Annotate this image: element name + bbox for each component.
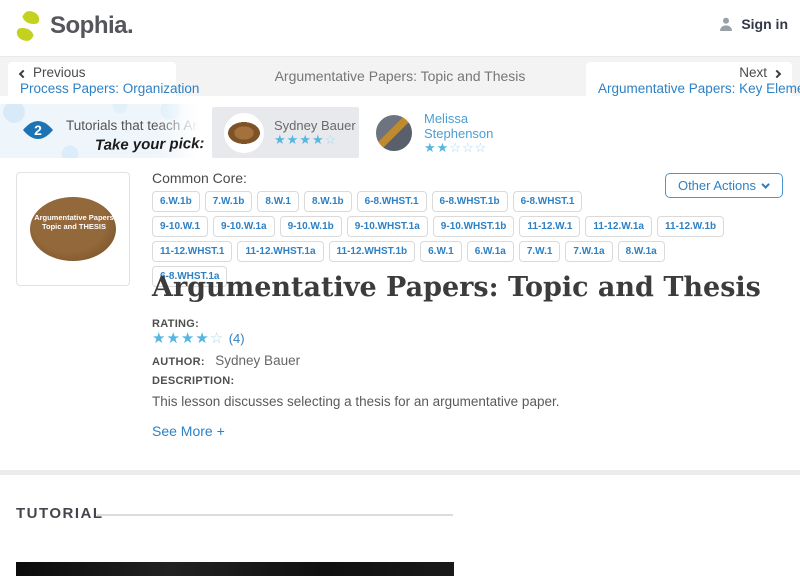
star-filled-icon: ★ xyxy=(180,330,196,347)
top-header: Sophia. Sign in xyxy=(0,0,800,56)
common-core-tag[interactable]: 8.W.1a xyxy=(617,241,665,262)
rating-label: RATING: xyxy=(152,318,200,330)
common-core-tag[interactable]: 9-10.W.1 xyxy=(152,216,209,237)
see-more-link[interactable]: See More + xyxy=(152,423,225,439)
next-tutorial-button[interactable]: Next Argumentative Papers: Key Elements xyxy=(586,62,800,102)
thumbnail-caption: Argumentative Papers Topic and THESIS xyxy=(34,213,114,231)
common-core-tag[interactable]: 7.W.1b xyxy=(204,191,253,212)
sophia-logo[interactable]: Sophia. xyxy=(14,10,134,42)
next-tutorial-link[interactable]: Argumentative Papers: Key Elements xyxy=(598,81,800,97)
user-icon xyxy=(720,17,733,31)
common-core-tag[interactable]: 9-10.WHST.1b xyxy=(432,216,515,237)
tutorial-summary-section: Argumentative Papers Topic and THESIS Co… xyxy=(0,158,800,470)
section-divider xyxy=(0,470,800,475)
star-empty-icon: ☆ xyxy=(324,132,338,147)
author-label: AUTHOR: xyxy=(152,356,205,368)
star-filled-icon: ★ xyxy=(311,132,325,147)
common-core-tag[interactable]: 6.W.1b xyxy=(152,191,200,212)
common-core-tag[interactable]: 6.W.1a xyxy=(466,241,514,262)
tutorial-picker-banner: 2 Tutorials that teach Argumentat Take y… xyxy=(0,104,800,158)
common-core-tag[interactable]: 9-10.WHST.1a xyxy=(346,216,428,237)
star-filled-icon: ★ xyxy=(299,132,312,147)
common-core-tag[interactable]: 9-10.W.1b xyxy=(279,216,342,237)
common-core-tag[interactable]: 6-8.WHST.1b xyxy=(431,191,508,212)
tutorial-thumbnail: Argumentative Papers Topic and THESIS xyxy=(16,172,130,286)
common-core-label: Common Core: xyxy=(152,170,247,186)
author-card-rating: ★★★★☆ xyxy=(274,133,356,147)
next-label: Next xyxy=(739,65,767,80)
star-filled-icon: ★ xyxy=(274,132,287,147)
chevron-down-icon xyxy=(761,179,770,189)
star-filled-icon: ★ xyxy=(424,139,437,155)
common-core-tag[interactable]: 6-8.WHST.1 xyxy=(512,191,583,212)
common-core-tag[interactable]: 9-10.W.1a xyxy=(213,216,275,237)
star-empty-icon: ☆ xyxy=(461,139,475,155)
author-card-name: Melissa Stephenson xyxy=(424,110,494,141)
sign-in-button[interactable]: Sign in xyxy=(718,16,788,32)
star-empty-icon: ☆ xyxy=(474,139,488,155)
author-card-name: Sydney Bauer xyxy=(274,118,356,133)
star-filled-icon: ★ xyxy=(436,139,450,155)
avatar-melissa-stephenson xyxy=(374,112,414,153)
common-core-tag[interactable]: 6.W.1 xyxy=(420,241,462,262)
avatar-sydney-bauer xyxy=(224,112,264,153)
rating-count-link[interactable]: (4) xyxy=(229,331,245,346)
video-player[interactable] xyxy=(16,562,454,576)
chevron-left-icon xyxy=(18,69,28,79)
author-card-melissa-stephenson[interactable]: Melissa Stephenson ★★☆☆☆ xyxy=(362,107,794,158)
brand-name: Sophia. xyxy=(50,12,134,39)
common-core-tag[interactable]: 11-12.WHST.1 xyxy=(152,241,233,262)
common-core-tag[interactable]: 11-12.W.1b xyxy=(657,216,725,237)
picker-tagline: Take your pick: xyxy=(94,135,205,154)
previous-tutorial-button[interactable]: Previous Process Papers: Organization xyxy=(8,62,199,102)
chevron-right-icon xyxy=(772,69,782,79)
sign-in-label: Sign in xyxy=(741,16,788,32)
common-core-tag[interactable]: 8.W.1 xyxy=(257,191,299,212)
common-core-tag[interactable]: 7.W.1 xyxy=(518,241,561,262)
star-empty-icon: ☆ xyxy=(449,139,462,155)
common-core-tag[interactable]: 11-12.WHST.1b xyxy=(328,241,416,262)
picker-promo: 2 Tutorials that teach Argumentat Take y… xyxy=(0,104,210,158)
svg-text:2: 2 xyxy=(34,122,42,138)
common-core-tag[interactable]: 7.W.1a xyxy=(565,241,613,262)
other-actions-label: Other Actions xyxy=(677,178,756,193)
star-filled-icon: ★ xyxy=(286,132,300,147)
star-filled-icon: ★ xyxy=(152,330,167,347)
description-block: DESCRIPTION: This lesson discusses selec… xyxy=(152,373,712,410)
star-empty-icon: ☆ xyxy=(209,330,225,347)
common-core-tag[interactable]: 11-12.W.1 xyxy=(519,216,581,237)
page: Sophia. Sign in Previous Process Papers:… xyxy=(0,0,800,576)
page-title: Argumentative Papers: Topic and Thesis xyxy=(152,272,761,303)
author-name: Sydney Bauer xyxy=(215,353,301,368)
previous-tutorial-link[interactable]: Process Papers: Organization xyxy=(20,81,199,97)
tutorial-count-badge: 2 xyxy=(23,121,53,139)
rating-stars: ★★★★☆ xyxy=(152,330,224,347)
current-tutorial-title: Argumentative Papers: Topic and Thesis xyxy=(274,68,526,84)
author-card-rating: ★★☆☆☆ xyxy=(424,139,529,155)
common-core-tag-row: 9-10.W.1 9-10.W.1a 9-10.W.1b 9-10.WHST.1a 9-… xyxy=(152,216,725,237)
star-filled-icon: ★ xyxy=(195,330,210,347)
common-core-tag-row: 11-12.WHST.1 11-12.WHST.1a 11-12.WHST.1b 6.… xyxy=(152,241,724,262)
common-core-tag[interactable]: 8.W.1b xyxy=(303,191,352,212)
common-core-tag[interactable]: 6-8.WHST.1 xyxy=(356,191,427,212)
tutorial-nav-bar: Previous Process Papers: Organization Ar… xyxy=(0,56,800,102)
common-core-tag-row: 6.W.1b 7.W.1b 8.W.1 8.W.1b 6-8.WHST.1 6-8.WHS… xyxy=(152,191,583,212)
common-core-tag[interactable]: 11-12.WHST.1a xyxy=(237,241,324,262)
sophia-logo-icon xyxy=(16,11,40,41)
author-block: AUTHOR: Sydney Bauer xyxy=(152,352,300,370)
rating-block: RATING: ★★★★☆ (4) xyxy=(152,318,245,348)
description-label: DESCRIPTION: xyxy=(152,375,235,387)
author-card-sydney-bauer[interactable]: Sydney Bauer ★★★★☆ xyxy=(212,107,359,158)
tutorial-heading-rule xyxy=(97,514,453,516)
common-core-tag[interactable]: 11-12.W.1a xyxy=(585,216,652,237)
other-actions-button[interactable]: Other Actions xyxy=(664,173,783,198)
tutorial-section-heading: TUTORIAL xyxy=(16,505,104,522)
star-filled-icon: ★ xyxy=(166,330,181,347)
description-text: This lesson discusses selecting a thesis… xyxy=(152,394,560,409)
previous-label: Previous xyxy=(33,65,86,80)
